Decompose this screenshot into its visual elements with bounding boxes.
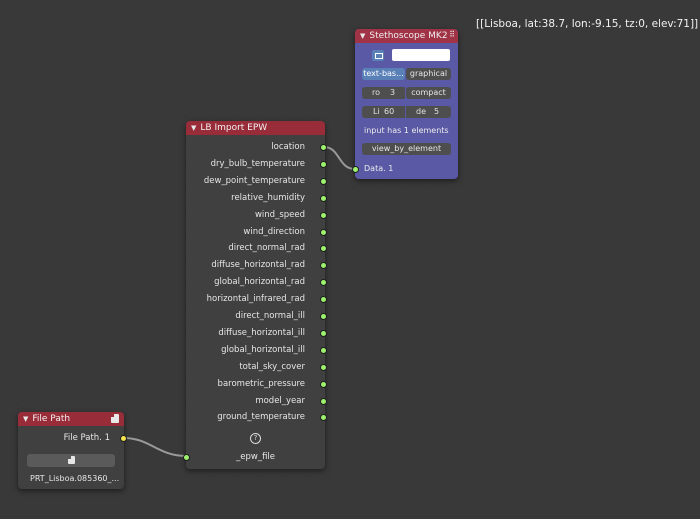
ro-field[interactable]: ro 3 bbox=[362, 87, 405, 99]
output-diffuse-horizontal-ill-label: diffuse_horizontal_ill bbox=[218, 327, 305, 338]
output-global-horizontal-ill-label: global_horizontal_ill bbox=[221, 344, 305, 355]
output-dew-point-temperature-label: dew_point_temperature bbox=[203, 175, 305, 186]
stethoscope-output-text: [[Lisboa, lat:38.7, lon:-9.15, tz:0, ele… bbox=[476, 18, 699, 30]
output-diffuse-horizontal-ill-socket[interactable] bbox=[320, 329, 327, 337]
grip-icon[interactable]: ⠿ bbox=[449, 30, 455, 39]
monitor-toggle-icon[interactable] bbox=[372, 50, 384, 61]
output-dry-bulb-temperature-label: dry_bulb_temperature bbox=[210, 158, 305, 169]
li-value: 60 bbox=[384, 107, 395, 116]
file-name-label: PRT_Lisboa.085360_... bbox=[30, 474, 120, 483]
output-model-year-label: model_year bbox=[255, 395, 305, 406]
output-file-path-socket[interactable] bbox=[120, 435, 127, 442]
help-icon[interactable]: ? bbox=[250, 433, 261, 444]
input-epw-file-label: _epw_file bbox=[236, 452, 276, 462]
output-model-year-socket[interactable] bbox=[320, 397, 327, 405]
output-direct-normal-ill-socket[interactable] bbox=[320, 313, 327, 320]
output-direct-normal-rad-label: direct_normal_rad bbox=[228, 243, 305, 254]
file-icon bbox=[68, 456, 75, 464]
collapse-triangle-icon[interactable]: ▼ bbox=[23, 415, 28, 423]
collapse-triangle-icon[interactable]: ▼ bbox=[360, 32, 365, 40]
output-total-sky-cover-socket[interactable] bbox=[320, 363, 327, 371]
output-wind-speed-socket[interactable] bbox=[320, 211, 327, 219]
output-dry-bulb-temperature-socket[interactable] bbox=[320, 160, 327, 168]
compact-button[interactable]: compact bbox=[406, 87, 451, 99]
stethoscope-text-input[interactable] bbox=[392, 49, 450, 61]
lb-node-header[interactable]: ▼ LB Import EPW bbox=[186, 121, 325, 135]
de-value: 5 bbox=[434, 107, 440, 116]
mode-text-based-button[interactable]: text-bas... bbox=[362, 68, 405, 80]
output-total-sky-cover-label: total_sky_cover bbox=[239, 361, 305, 372]
file-path-header[interactable]: ▼ File Path bbox=[18, 412, 124, 426]
open-file-button[interactable] bbox=[27, 454, 115, 467]
output-wind-direction-socket[interactable] bbox=[320, 228, 327, 236]
output-barometric-pressure-label: barometric_pressure bbox=[217, 378, 305, 389]
output-location-label: location bbox=[271, 142, 305, 152]
output-relative-humidity-socket[interactable] bbox=[320, 194, 327, 202]
input-data-socket[interactable] bbox=[352, 166, 359, 173]
lb-node-title: LB Import EPW bbox=[200, 123, 268, 133]
output-ground-temperature-label: ground_temperature bbox=[217, 412, 305, 423]
output-global-horizontal-ill-socket[interactable] bbox=[320, 346, 327, 354]
output-wind-direction-label: wind_direction bbox=[243, 226, 305, 237]
mode-graphical-button[interactable]: graphical bbox=[406, 68, 451, 80]
collapse-triangle-icon[interactable]: ▼ bbox=[191, 124, 196, 132]
stethoscope-info-text: input has 1 elements bbox=[364, 126, 449, 135]
output-direct-normal-ill-label: direct_normal_ill bbox=[235, 311, 305, 321]
output-barometric-pressure-socket[interactable] bbox=[320, 380, 327, 388]
stethoscope-node[interactable]: ▼ Stethoscope MK2 ⠿ text-bas... graphica… bbox=[352, 29, 458, 179]
ro-label: ro bbox=[372, 88, 381, 97]
ro-value: 3 bbox=[390, 88, 396, 97]
output-relative-humidity-label: relative_humidity bbox=[231, 192, 305, 203]
output-location-socket[interactable] bbox=[320, 144, 327, 151]
input-data-label: Data. 1 bbox=[364, 164, 394, 173]
file-path-node[interactable]: ▼ File Path File Path. 1 PRT_Lisboa.0853… bbox=[18, 412, 127, 489]
output-global-horizontal-rad-label: global_horizontal_rad bbox=[214, 277, 305, 288]
input-epw-file-socket[interactable] bbox=[183, 454, 190, 461]
stethoscope-header[interactable]: ▼ Stethoscope MK2 ⠿ bbox=[355, 29, 458, 43]
lb-import-epw-node[interactable]: ▼ LB Import EPW location dry_bulb_tempera… bbox=[183, 121, 327, 469]
output-dew-point-temperature-socket[interactable] bbox=[320, 177, 327, 185]
de-label: de bbox=[416, 107, 426, 116]
output-wind-speed-label: wind_speed bbox=[254, 209, 305, 220]
output-horizontal-infrared-rad-label: horizontal_infrared_rad bbox=[206, 294, 305, 305]
output-file-path-label: File Path. 1 bbox=[63, 433, 110, 443]
li-field[interactable]: Li 60 bbox=[362, 106, 405, 118]
file-path-title: File Path bbox=[32, 414, 71, 424]
file-icon bbox=[111, 414, 119, 423]
output-diffuse-horizontal-rad-label: diffuse_horizontal_rad bbox=[211, 260, 305, 271]
li-label: Li bbox=[373, 107, 380, 116]
de-field[interactable]: de 5 bbox=[406, 106, 451, 118]
stethoscope-title: Stethoscope MK2 bbox=[369, 31, 448, 41]
view-by-element-button[interactable]: view_by_element bbox=[362, 143, 451, 155]
